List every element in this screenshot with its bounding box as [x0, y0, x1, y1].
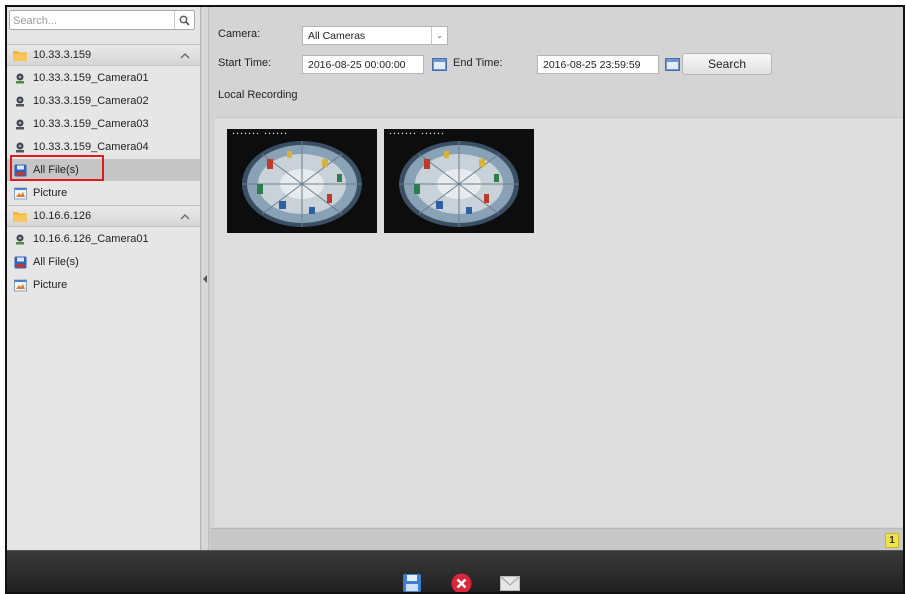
- tree-group-label: 10.33.3.159: [33, 49, 92, 61]
- tree-item-label: 10.33.3.159_Camera01: [33, 72, 149, 84]
- pagination-bar: 1: [210, 528, 903, 550]
- thumbnail-timestamp-overlay: ▪▪▪▪▪▪▪ ▪▪▪▪▪▪: [232, 131, 289, 137]
- collapse-arrow-icon: [203, 275, 207, 283]
- tree-item-label: Picture: [33, 187, 68, 199]
- tree-item-label: All File(s): [33, 256, 79, 268]
- start-time-label: Start Time:: [218, 57, 272, 69]
- save-icon[interactable]: [401, 572, 423, 592]
- tree-item-label: 10.16.6.126_Camera01: [33, 233, 149, 245]
- calendar-icon[interactable]: [430, 56, 448, 73]
- search-icon[interactable]: [174, 11, 194, 29]
- camera-icon: [13, 232, 27, 246]
- picture-icon: [13, 186, 27, 200]
- search-box: [9, 10, 195, 30]
- app-window: 10.33.3.159 10.33.3.159_Camera01 10.33.3…: [5, 5, 905, 594]
- chevron-up-icon[interactable]: [180, 211, 190, 223]
- tree-item-camera[interactable]: 10.33.3.159_Camera02: [7, 90, 200, 112]
- tree-item-all-files[interactable]: All File(s): [7, 251, 200, 273]
- start-time-value: 2016-08-25 00:00:00: [308, 58, 406, 71]
- tree-item-label: 10.33.3.159_Camera04: [33, 141, 149, 153]
- tree-group-10-16-6-126[interactable]: 10.16.6.126: [7, 205, 200, 227]
- folder-icon: [13, 48, 27, 62]
- picture-icon: [13, 278, 27, 292]
- camera-icon: [13, 71, 27, 85]
- tree-item-camera[interactable]: 10.33.3.159_Camera03: [7, 113, 200, 135]
- tree-item-camera[interactable]: 10.33.3.159_Camera01: [7, 67, 200, 89]
- camera-icon: [13, 94, 27, 108]
- delete-icon[interactable]: [450, 572, 472, 592]
- folder-icon: [13, 209, 27, 223]
- main-panel: Camera: All Cameras ⌄ Start Time: 2016-0…: [210, 7, 903, 550]
- end-time-value: 2016-08-25 23:59:59: [543, 58, 641, 71]
- chevron-down-icon[interactable]: ⌄: [431, 27, 447, 44]
- tree-item-picture[interactable]: Picture: [7, 274, 200, 296]
- tree-item-label: 10.33.3.159_Camera02: [33, 95, 149, 107]
- chevron-up-icon[interactable]: [180, 50, 190, 62]
- video-thumbnail[interactable]: ▪▪▪▪▪▪▪ ▪▪▪▪▪▪: [384, 129, 534, 233]
- camera-label: Camera:: [218, 28, 261, 40]
- end-time-label: End Time:: [453, 57, 503, 69]
- email-icon[interactable]: [499, 572, 521, 592]
- calendar-icon[interactable]: [663, 56, 681, 73]
- highlight-box: [10, 155, 104, 181]
- bottom-toolbar: [7, 550, 903, 592]
- section-title: Local Recording: [218, 89, 298, 101]
- page-number[interactable]: 1: [885, 533, 899, 548]
- sidebar-collapse-handle[interactable]: [202, 7, 209, 550]
- tree-group-label: 10.16.6.126: [33, 210, 92, 222]
- camera-select[interactable]: All Cameras ⌄: [302, 26, 448, 45]
- search-button[interactable]: Search: [682, 53, 772, 75]
- tree-item-picture[interactable]: Picture: [7, 182, 200, 204]
- tree-group-10-33-3-159[interactable]: 10.33.3.159: [7, 44, 200, 66]
- sidebar: 10.33.3.159 10.33.3.159_Camera01 10.33.3…: [7, 7, 201, 550]
- thumbnail-timestamp-overlay: ▪▪▪▪▪▪▪ ▪▪▪▪▪▪: [389, 131, 446, 137]
- video-thumbnail[interactable]: ▪▪▪▪▪▪▪ ▪▪▪▪▪▪: [227, 129, 377, 233]
- results-area: ▪▪▪▪▪▪▪ ▪▪▪▪▪▪ ▪▪▪▪▪▪▪ ▪▪▪▪▪▪: [215, 117, 903, 527]
- end-time-field[interactable]: 2016-08-25 23:59:59: [537, 55, 659, 74]
- camera-icon: [13, 140, 27, 154]
- all-files-icon: [13, 255, 27, 269]
- camera-icon: [13, 117, 27, 131]
- search-input[interactable]: [13, 13, 173, 28]
- camera-select-value: All Cameras: [308, 29, 366, 42]
- tree-item-label: 10.33.3.159_Camera03: [33, 118, 149, 130]
- start-time-field[interactable]: 2016-08-25 00:00:00: [302, 55, 424, 74]
- tree-item-camera[interactable]: 10.16.6.126_Camera01: [7, 228, 200, 250]
- tree-item-label: Picture: [33, 279, 68, 291]
